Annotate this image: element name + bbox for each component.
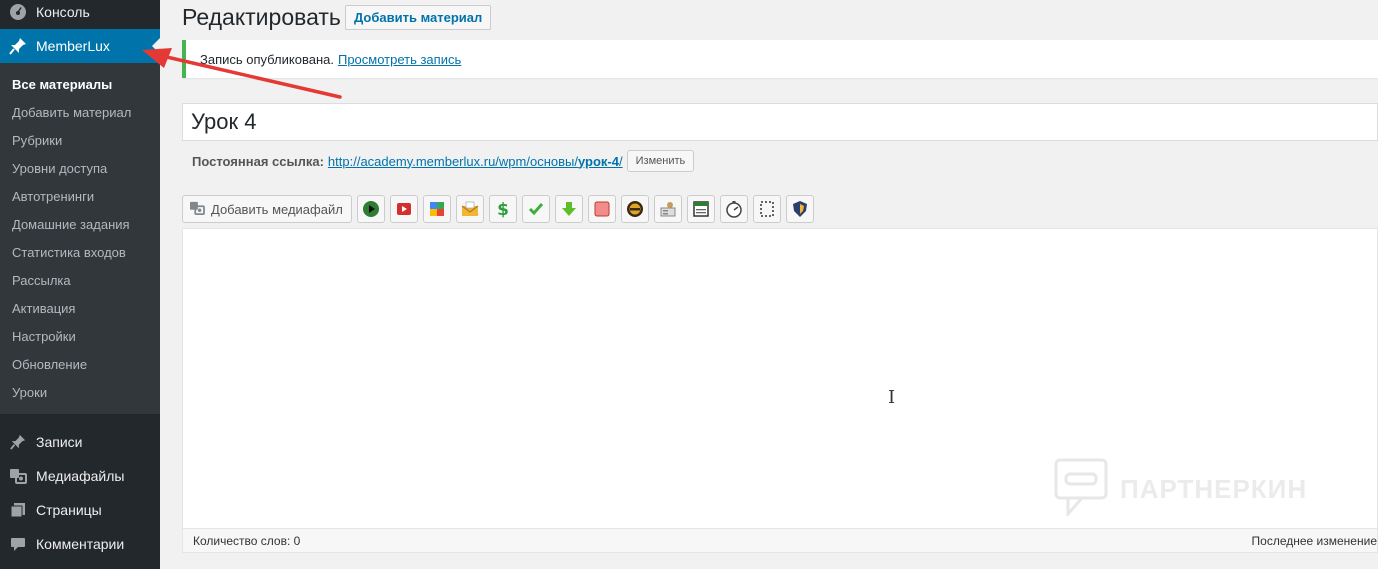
badge-icon[interactable] — [620, 195, 649, 223]
svg-text:$: $ — [497, 200, 509, 218]
editor-status-bar: Количество слов: 0 Последнее изменение — [183, 528, 1377, 552]
page-title: Редактировать — [182, 4, 341, 30]
text-cursor-icon: I — [888, 387, 896, 408]
pin-icon — [0, 434, 36, 450]
watermark-text: ПАРТНЕРКИН — [1120, 474, 1308, 504]
submenu-settings[interactable]: Настройки — [12, 329, 76, 344]
pages-icon — [0, 502, 36, 518]
envelope-icon[interactable] — [455, 195, 484, 223]
add-media-button[interactable]: Добавить медиафайл — [182, 195, 352, 223]
admin-sidebar: Консоль MemberLux Все материалы Добавить… — [0, 0, 160, 569]
last-edit-info: Последнее изменение — [1251, 534, 1377, 548]
check-icon[interactable] — [521, 195, 550, 223]
sidebar-item-comments[interactable]: Комментарии — [0, 527, 160, 561]
word-count: Количество слов: 0 — [193, 534, 301, 548]
sidebar-item-pages[interactable]: Страницы — [0, 493, 160, 527]
notice-text: Запись опубликована. — [200, 51, 334, 67]
shield-icon[interactable] — [785, 195, 814, 223]
dotted-box-icon[interactable] — [752, 195, 781, 223]
submenu-homework[interactable]: Домашние задания — [12, 217, 130, 232]
submenu-mailing[interactable]: Рассылка — [12, 273, 71, 288]
dollar-icon[interactable]: $ — [488, 195, 517, 223]
submenu-add-material[interactable]: Добавить материал — [12, 105, 131, 120]
dashboard-icon — [0, 3, 36, 21]
permalink-edit-button[interactable]: Изменить — [626, 150, 695, 172]
watermark-logo-icon — [1054, 458, 1108, 521]
play-icon[interactable] — [356, 195, 385, 223]
media-icon — [0, 468, 36, 484]
download-icon[interactable] — [554, 195, 583, 223]
user-card-icon[interactable] — [653, 195, 682, 223]
permalink-slug: урок-4 — [577, 153, 619, 169]
permalink-row: Постоянная ссылка: http://academy.member… — [192, 150, 695, 172]
stop-icon[interactable] — [587, 195, 616, 223]
permalink-label: Постоянная ссылка: — [192, 153, 324, 169]
media-icon — [189, 201, 205, 218]
sidebar-item-posts[interactable]: Записи — [0, 425, 160, 459]
submenu-activation[interactable]: Активация — [12, 301, 75, 316]
watermark: ПАРТНЕРКИН — [1054, 458, 1307, 521]
comment-icon — [0, 536, 36, 552]
submenu-all-materials[interactable]: Все материалы — [12, 77, 112, 92]
sidebar-item-media[interactable]: Медиафайлы — [0, 459, 160, 493]
sidebar-item-memberlux[interactable]: MemberLux — [0, 29, 160, 63]
post-title-input[interactable] — [182, 103, 1378, 141]
success-notice: Запись опубликована. Просмотреть запись — [182, 40, 1378, 78]
submenu-autotrainings[interactable]: Автотренинги — [12, 189, 94, 204]
pin-icon — [0, 37, 36, 55]
permalink-link[interactable]: http://academy.memberlux.ru/wpm/основы/у… — [328, 154, 623, 169]
timer-icon[interactable] — [719, 195, 748, 223]
submenu-access-levels[interactable]: Уровни доступа — [12, 161, 107, 176]
youtube-icon[interactable] — [389, 195, 418, 223]
window-icon[interactable] — [686, 195, 715, 223]
submenu-lessons[interactable]: Уроки — [12, 385, 47, 400]
media-toolbar: Добавить медиафайл $ — [182, 195, 814, 223]
sidebar-item-console[interactable]: Консоль — [0, 0, 160, 29]
google-icon[interactable] — [422, 195, 451, 223]
view-post-link[interactable]: Просмотреть запись — [338, 52, 461, 67]
submenu-login-stats[interactable]: Статистика входов — [12, 245, 126, 260]
submenu-update[interactable]: Обновление — [12, 357, 87, 372]
add-material-button[interactable]: Добавить материал — [345, 5, 492, 30]
current-menu-notch — [152, 38, 160, 54]
memberlux-submenu: Все материалы Добавить материал Рубрики … — [0, 63, 160, 414]
submenu-categories[interactable]: Рубрики — [12, 133, 62, 148]
